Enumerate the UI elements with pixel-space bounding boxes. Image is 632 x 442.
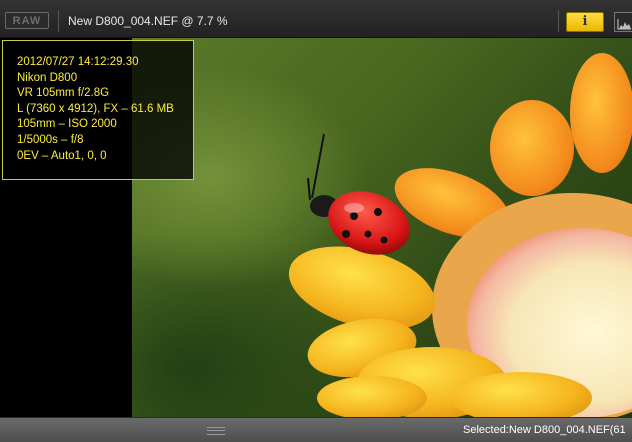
info-camera-model: Nikon D800: [17, 71, 78, 84]
toolbar-divider: [558, 10, 559, 32]
info-focal-iso: 105mm – ISO 2000: [17, 118, 117, 131]
photo-ladybug-on-flower: [132, 38, 632, 417]
status-bar: Selected:New D800_004.NEF(61: [0, 417, 632, 442]
selected-file-status: Selected:New D800_004.NEF(61: [463, 424, 626, 436]
image-title: New D800_004.NEF @ 7.7 %: [68, 14, 228, 28]
resize-grip-icon[interactable]: [207, 427, 225, 435]
raw-button[interactable]: RAW: [5, 12, 49, 29]
info-capture-date: 2012/07/27 14:12:29.30: [17, 56, 139, 68]
histogram-icon: [617, 19, 631, 30]
photo-illustration: [288, 53, 632, 417]
toolbar-divider: [58, 10, 59, 32]
info-exposure-wb: 0EV – Auto1, 0, 0: [17, 149, 107, 162]
shooting-info-overlay: 2012/07/27 14:12:29.30 Nikon D800 VR 105…: [2, 40, 194, 180]
info-toggle-button[interactable]: i: [566, 12, 604, 32]
toolbar: RAW New D800_004.NEF @ 7.7 % i: [0, 0, 632, 38]
info-lens: VR 105mm f/2.8G: [17, 87, 110, 100]
image-viewer[interactable]: 2012/07/27 14:12:29.30 Nikon D800 VR 105…: [0, 38, 632, 417]
info-shutter-aperture: 1/5000s – f/8: [17, 133, 84, 146]
info-image-size: L (7360 x 4912), FX – 61.6 MB: [17, 102, 174, 115]
info-icon: i: [582, 14, 588, 29]
histogram-button[interactable]: [614, 12, 632, 32]
